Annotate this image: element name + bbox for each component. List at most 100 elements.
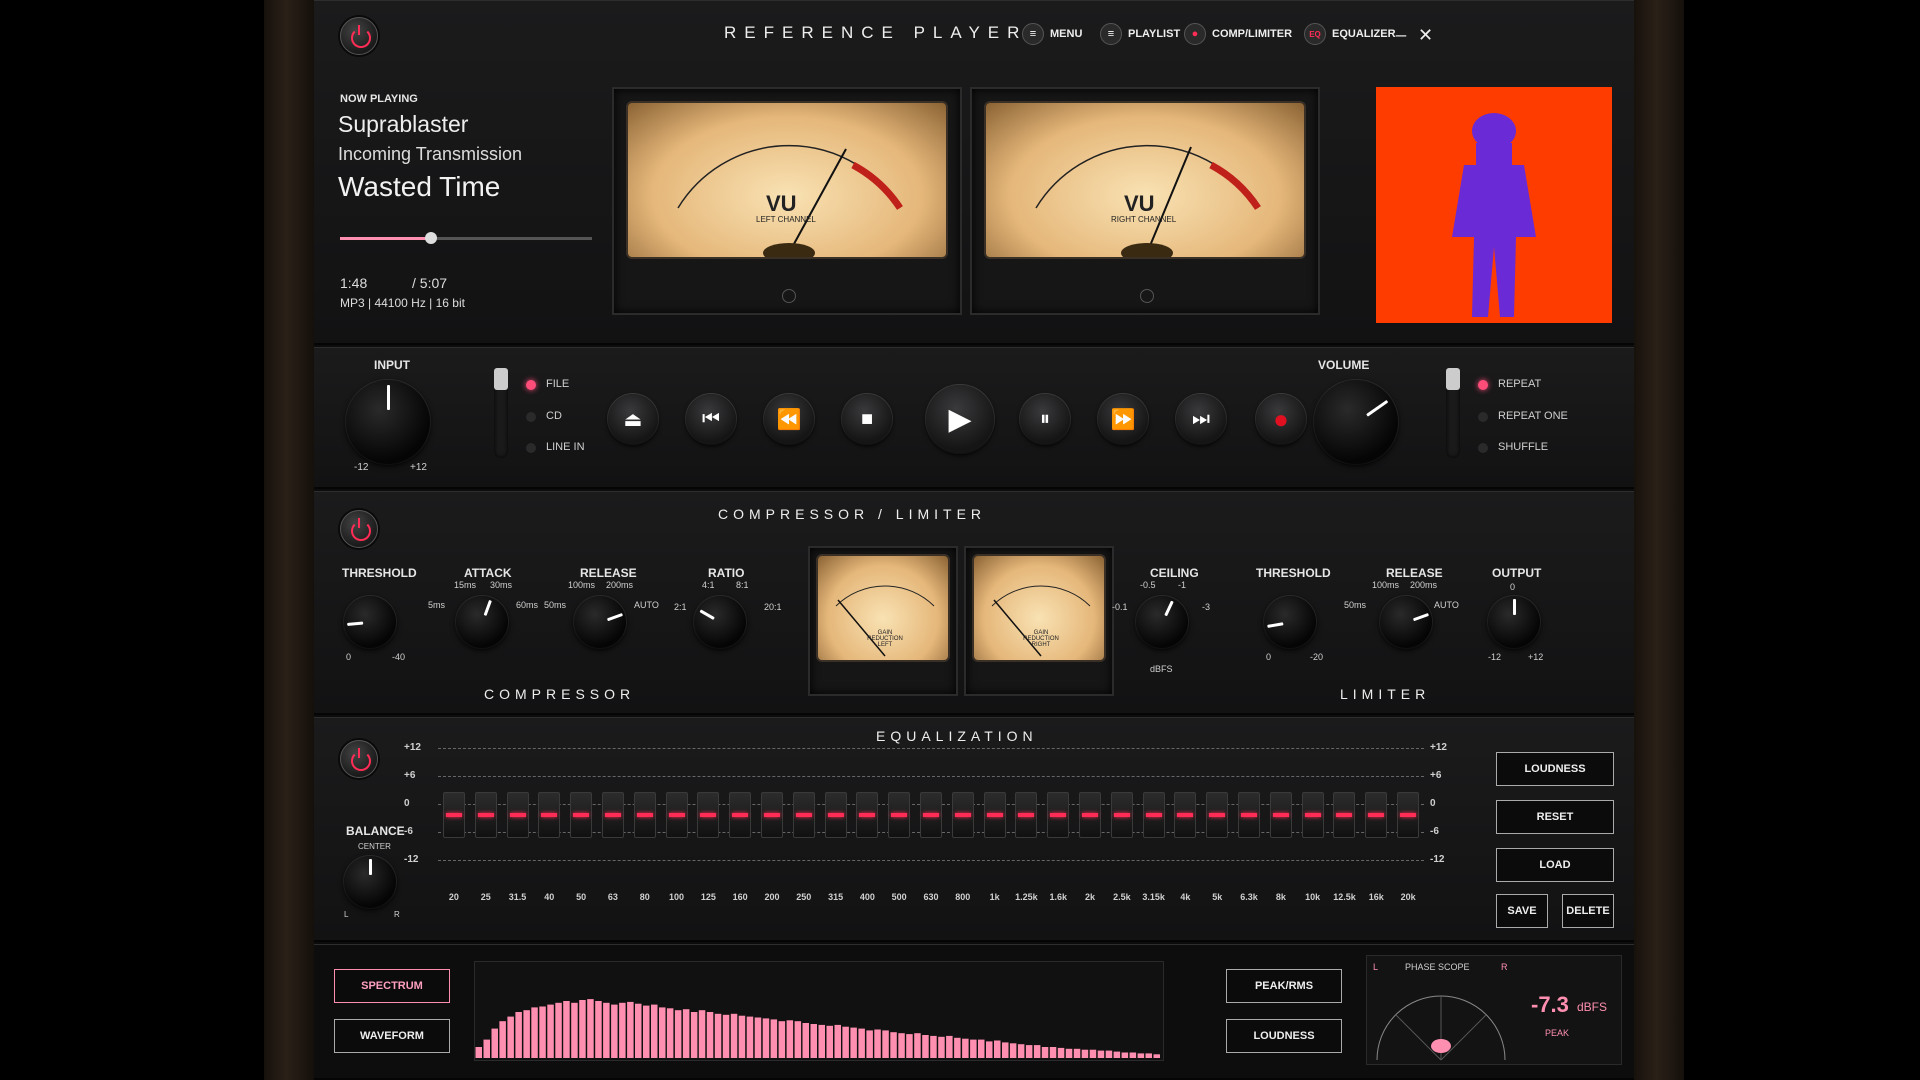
eq-fader-630[interactable] <box>920 792 942 838</box>
comp-limiter-button[interactable]: ● COMP/LIMITER <box>1184 23 1292 45</box>
playlist-button[interactable]: ≡ PLAYLIST <box>1100 23 1180 45</box>
eq-fader-5k[interactable] <box>1206 792 1229 838</box>
input-knob[interactable] <box>346 380 430 464</box>
spectrum-button[interactable]: SPECTRUM <box>334 969 450 1003</box>
eq-fader-mark <box>1177 813 1194 817</box>
eq-save-button[interactable]: SAVE <box>1496 894 1548 928</box>
spectrum-bar <box>786 1020 794 1058</box>
eject-button[interactable]: ⏏ <box>608 394 658 444</box>
pause-button[interactable]: ⏸ <box>1020 394 1070 444</box>
stop-button[interactable]: ■ <box>842 394 892 444</box>
eq-fader-200[interactable] <box>760 792 783 838</box>
volume-knob[interactable] <box>1314 380 1398 464</box>
eq-fader-mark <box>1241 813 1258 817</box>
eq-fader-160[interactable] <box>729 792 752 838</box>
eq-fader-mark <box>1050 813 1067 817</box>
source-cd[interactable]: CD <box>546 410 562 422</box>
minimize-button[interactable]: _ <box>1396 17 1406 38</box>
eq-fader-6.3k[interactable] <box>1238 792 1261 838</box>
attack-knob[interactable] <box>456 596 508 648</box>
eq-fader-1.6k[interactable] <box>1047 792 1070 838</box>
spectrum-bar <box>698 1010 706 1058</box>
progress-handle[interactable] <box>424 232 437 244</box>
eq-fader-400[interactable] <box>856 792 879 838</box>
balance-knob[interactable] <box>344 856 396 908</box>
source-switch[interactable] <box>494 368 508 458</box>
spectrum-bar <box>866 1030 873 1058</box>
limiter-threshold-knob[interactable] <box>1264 596 1316 648</box>
eq-fader-800[interactable] <box>951 792 974 838</box>
eq-fader-mark <box>891 813 908 817</box>
analyzer-loudness-button[interactable]: LOUDNESS <box>1226 1019 1342 1053</box>
eq-fader-315[interactable] <box>824 792 847 838</box>
comp-release-knob[interactable] <box>574 596 626 648</box>
comp-threshold-knob[interactable] <box>344 596 396 648</box>
eq-fader-50[interactable] <box>570 792 593 838</box>
menu-button[interactable]: ≡ MENU <box>1022 23 1082 45</box>
mode-switch[interactable] <box>1446 368 1460 458</box>
ceiling-knob[interactable] <box>1136 596 1188 648</box>
eq-delete-button[interactable]: DELETE <box>1562 894 1614 928</box>
shuffle-led <box>1478 443 1488 453</box>
eq-band-label: 315 <box>828 892 844 902</box>
peak-rms-button[interactable]: PEAK/RMS <box>1226 969 1342 1003</box>
eq-fader-20k[interactable] <box>1397 792 1420 838</box>
eq-fader-250[interactable] <box>792 792 815 838</box>
eq-fader-63[interactable] <box>601 792 624 838</box>
eq-reset-button[interactable]: RESET <box>1496 800 1614 834</box>
limiter-release-knob[interactable] <box>1380 596 1432 648</box>
eq-fader-10k[interactable] <box>1301 792 1324 838</box>
play-button[interactable]: ▶ <box>926 385 994 453</box>
waveform-button[interactable]: WAVEFORM <box>334 1019 450 1053</box>
eq-fader-12.5k[interactable] <box>1333 792 1356 838</box>
vu-adjust-screw-right[interactable] <box>1140 289 1154 303</box>
eq-fader-2k[interactable] <box>1079 792 1102 838</box>
eq-power-button[interactable] <box>340 740 378 778</box>
mode-repeat-one[interactable]: REPEAT ONE <box>1498 410 1568 422</box>
eq-loudness-button[interactable]: LOUDNESS <box>1496 752 1614 786</box>
player-power-button[interactable] <box>340 17 378 55</box>
eq-fader-125[interactable] <box>697 792 720 838</box>
ceiling-tick-0-1: -0.1 <box>1112 602 1128 612</box>
mode-repeat[interactable]: REPEAT <box>1498 378 1541 390</box>
eq-fader-500[interactable] <box>888 792 911 838</box>
close-button[interactable]: ✕ <box>1418 25 1433 46</box>
vu-adjust-screw-left[interactable] <box>782 289 796 303</box>
spectrum-bar <box>714 1013 722 1058</box>
eq-fader-3.15k[interactable] <box>1142 792 1165 838</box>
progress-bar[interactable] <box>340 232 592 244</box>
eq-fader-mark <box>1209 813 1226 817</box>
eq-fader-mark <box>1400 813 1417 817</box>
eq-fader-1k[interactable] <box>983 792 1006 838</box>
source-line-in[interactable]: LINE IN <box>546 441 585 453</box>
eq-fader-1.25k[interactable] <box>1015 792 1038 838</box>
source-file[interactable]: FILE <box>546 378 569 390</box>
eq-fader-4k[interactable] <box>1174 792 1197 838</box>
eq-fader-16k[interactable] <box>1365 792 1388 838</box>
eq-fader-80[interactable] <box>633 792 656 838</box>
comp-power-button[interactable] <box>340 510 378 548</box>
eq-fader-40[interactable] <box>538 792 561 838</box>
previous-track-button[interactable]: ⏮ <box>686 394 736 444</box>
eq-fader-31.5[interactable] <box>506 792 529 838</box>
fast-forward-button[interactable]: ⏩ <box>1098 394 1148 444</box>
eq-fader-25[interactable] <box>474 792 497 838</box>
equalizer-button[interactable]: EQ EQUALIZER <box>1304 23 1396 45</box>
record-button[interactable]: ● <box>1256 394 1306 444</box>
eq-load-button[interactable]: LOAD <box>1496 848 1614 882</box>
eq-db-left-1: +6 <box>404 770 416 781</box>
eq-fader-20[interactable] <box>442 792 465 838</box>
attack-tick-15ms: 15ms <box>454 580 477 590</box>
app-title: REFERENCE PLAYER <box>724 23 1028 42</box>
spectrum-bar <box>1097 1050 1105 1058</box>
next-track-button[interactable]: ⏭ <box>1176 394 1226 444</box>
eq-gridline-0 <box>438 748 1424 749</box>
eq-fader-2.5k[interactable] <box>1110 792 1133 838</box>
eq-fader-8k[interactable] <box>1269 792 1292 838</box>
eq-fader-100[interactable] <box>665 792 688 838</box>
output-knob[interactable] <box>1488 596 1540 648</box>
ratio-knob[interactable] <box>694 596 746 648</box>
mode-shuffle[interactable]: SHUFFLE <box>1498 441 1548 453</box>
rewind-button[interactable]: ⏪ <box>764 394 814 444</box>
limiter-release-tick-200ms: 200ms <box>1410 580 1438 590</box>
